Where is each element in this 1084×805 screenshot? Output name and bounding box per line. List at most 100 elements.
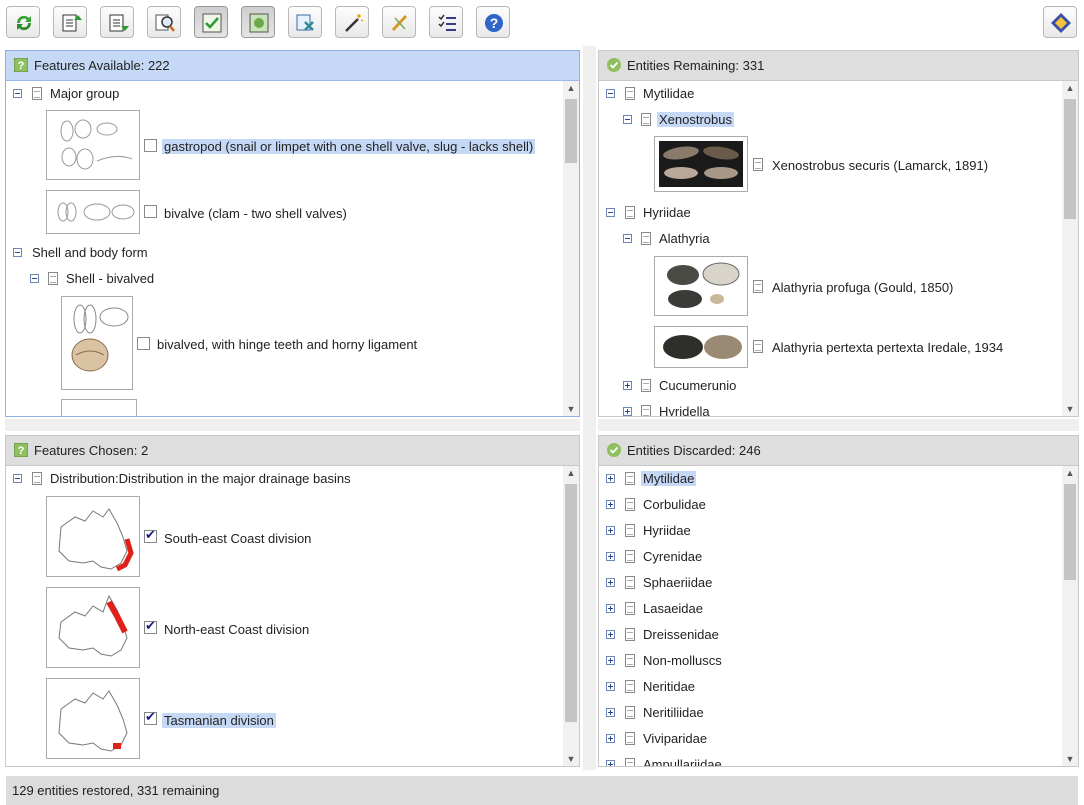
expand-toggle[interactable] — [606, 656, 615, 665]
expand-toggle[interactable] — [606, 604, 615, 613]
right-horizontal-splitter[interactable] — [598, 419, 1079, 431]
next-feature-button[interactable] — [100, 6, 134, 38]
alathyria-pertexta-image[interactable] — [654, 326, 748, 368]
entities-toggle[interactable] — [241, 6, 275, 38]
southeast-checkbox[interactable] — [144, 528, 157, 543]
expand-toggle[interactable] — [606, 500, 615, 509]
discarded-entity[interactable]: Dreissenidae — [643, 626, 719, 644]
scroll-thumb[interactable] — [565, 484, 577, 722]
discarded-entity[interactable]: Ampullariidae — [643, 756, 722, 766]
gastropod-label[interactable]: gastropod (snail or limpet with one shel… — [162, 138, 536, 156]
scroll-down-arrow[interactable]: ▼ — [563, 752, 579, 766]
xenostrobus-image[interactable] — [654, 136, 748, 192]
scroll-down-arrow[interactable]: ▼ — [563, 402, 579, 416]
expand-toggle[interactable] — [623, 407, 632, 416]
expand-toggle[interactable] — [606, 474, 615, 483]
expand-toggle[interactable] — [606, 734, 615, 743]
collapse-toggle[interactable] — [606, 89, 615, 98]
expand-toggle[interactable] — [606, 708, 615, 717]
features-available-scrollbar[interactable]: ▲ ▼ — [563, 81, 579, 416]
about-button[interactable] — [1043, 6, 1077, 38]
best-feature-button[interactable] — [53, 6, 87, 38]
discarded-entity[interactable]: Non-molluscs — [643, 652, 722, 670]
discarded-entity[interactable]: Mytilidae — [641, 470, 697, 488]
left-horizontal-splitter[interactable] — [5, 419, 580, 431]
collapse-toggle[interactable] — [623, 115, 632, 124]
discarded-entity[interactable]: Sphaeriidae — [643, 574, 712, 592]
next-feature-image[interactable] — [61, 399, 137, 416]
collapse-toggle[interactable] — [606, 208, 615, 217]
features-chosen-scrollbar[interactable]: ▲ ▼ — [563, 466, 579, 766]
restart-button[interactable] — [6, 6, 40, 38]
expand-toggle[interactable] — [623, 381, 632, 390]
collapse-toggle[interactable] — [30, 274, 39, 283]
scroll-thumb[interactable] — [1064, 484, 1076, 580]
entity-genus[interactable]: Alathyria — [659, 230, 710, 248]
feature-group-major[interactable]: Major group — [50, 85, 119, 103]
scroll-up-arrow[interactable]: ▲ — [1062, 466, 1078, 480]
gastropod-image[interactable] — [46, 110, 140, 180]
entities-remaining-scrollbar[interactable]: ▲ ▼ — [1062, 81, 1078, 416]
alathyria-profuga-image[interactable] — [654, 256, 748, 316]
bivalve-label[interactable]: bivalve (clam - two shell valves) — [164, 205, 347, 223]
scroll-up-arrow[interactable]: ▲ — [563, 466, 579, 480]
northeast-label[interactable]: North-east Coast division — [164, 621, 309, 639]
scroll-thumb[interactable] — [565, 99, 577, 163]
entity-genus[interactable]: Cucumerunio — [659, 377, 736, 395]
discarded-entity[interactable]: Hyriidae — [643, 522, 691, 540]
entity-family[interactable]: Mytilidae — [643, 85, 694, 103]
gastropod-checkbox[interactable] — [144, 139, 157, 152]
expand-toggle[interactable] — [606, 578, 615, 587]
hinge-image[interactable] — [61, 296, 133, 390]
expand-toggle[interactable] — [606, 552, 615, 561]
bivalve-image[interactable] — [46, 190, 140, 234]
feature-group-distribution[interactable]: Distribution:Distribution in the major d… — [50, 470, 351, 488]
list-button[interactable] — [429, 6, 463, 38]
bivalve-checkbox[interactable] — [144, 205, 157, 218]
feature-subgroup-bivalved[interactable]: Shell - bivalved — [66, 270, 154, 288]
tasmania-map-image[interactable] — [46, 678, 140, 759]
southeast-map-image[interactable] — [46, 496, 140, 577]
prune-button[interactable] — [382, 6, 416, 38]
entity-species[interactable]: Xenostrobus securis (Lamarck, 1891) — [772, 157, 988, 175]
expand-toggle[interactable] — [606, 526, 615, 535]
entity-genus[interactable]: Hyridella — [659, 403, 710, 416]
southeast-label[interactable]: South-east Coast division — [164, 530, 311, 548]
discarded-entity[interactable]: Neritidae — [643, 678, 695, 696]
entity-family[interactable]: Hyriidae — [643, 204, 691, 222]
collapse-toggle[interactable] — [13, 248, 22, 257]
discarded-entity[interactable]: Lasaeidae — [643, 600, 703, 618]
collapse-toggle[interactable] — [13, 89, 22, 98]
magic-wand-button[interactable] — [335, 6, 369, 38]
hinge-label[interactable]: bivalved, with hinge teeth and horny lig… — [157, 336, 417, 354]
entity-species[interactable]: Alathyria pertexta pertexta Iredale, 193… — [772, 339, 1003, 357]
find-button[interactable] — [147, 6, 181, 38]
hinge-checkbox[interactable] — [137, 337, 150, 350]
northeast-checkbox[interactable] — [144, 619, 157, 634]
discarded-entity[interactable]: Cyrenidae — [643, 548, 702, 566]
expand-toggle[interactable] — [606, 630, 615, 639]
compare-button[interactable] — [288, 6, 322, 38]
discarded-entity[interactable]: Neritiliidae — [643, 704, 704, 722]
tasmania-label[interactable]: Tasmanian division — [162, 712, 276, 730]
expand-toggle[interactable] — [606, 682, 615, 691]
help-button[interactable]: ? — [476, 6, 510, 38]
feature-group-shell[interactable]: Shell and body form — [32, 244, 148, 262]
entity-genus[interactable]: Xenostrobus — [657, 111, 734, 129]
entities-discarded-scrollbar[interactable]: ▲ ▼ — [1062, 466, 1078, 766]
collapse-toggle[interactable] — [13, 474, 22, 483]
scroll-down-arrow[interactable]: ▼ — [1062, 402, 1078, 416]
tasmania-checkbox[interactable] — [144, 710, 157, 725]
scroll-up-arrow[interactable]: ▲ — [1062, 81, 1078, 95]
scroll-thumb[interactable] — [1064, 99, 1076, 219]
scroll-up-arrow[interactable]: ▲ — [563, 81, 579, 95]
entity-species[interactable]: Alathyria profuga (Gould, 1850) — [772, 279, 953, 297]
discarded-entity[interactable]: Viviparidae — [643, 730, 707, 748]
vertical-splitter[interactable] — [583, 46, 596, 770]
scroll-down-arrow[interactable]: ▼ — [1062, 752, 1078, 766]
northeast-map-image[interactable] — [46, 587, 140, 668]
expand-toggle[interactable] — [606, 760, 615, 766]
collapse-toggle[interactable] — [623, 234, 632, 243]
features-chosen-toggle[interactable] — [194, 6, 228, 38]
discarded-entity[interactable]: Corbulidae — [643, 496, 706, 514]
